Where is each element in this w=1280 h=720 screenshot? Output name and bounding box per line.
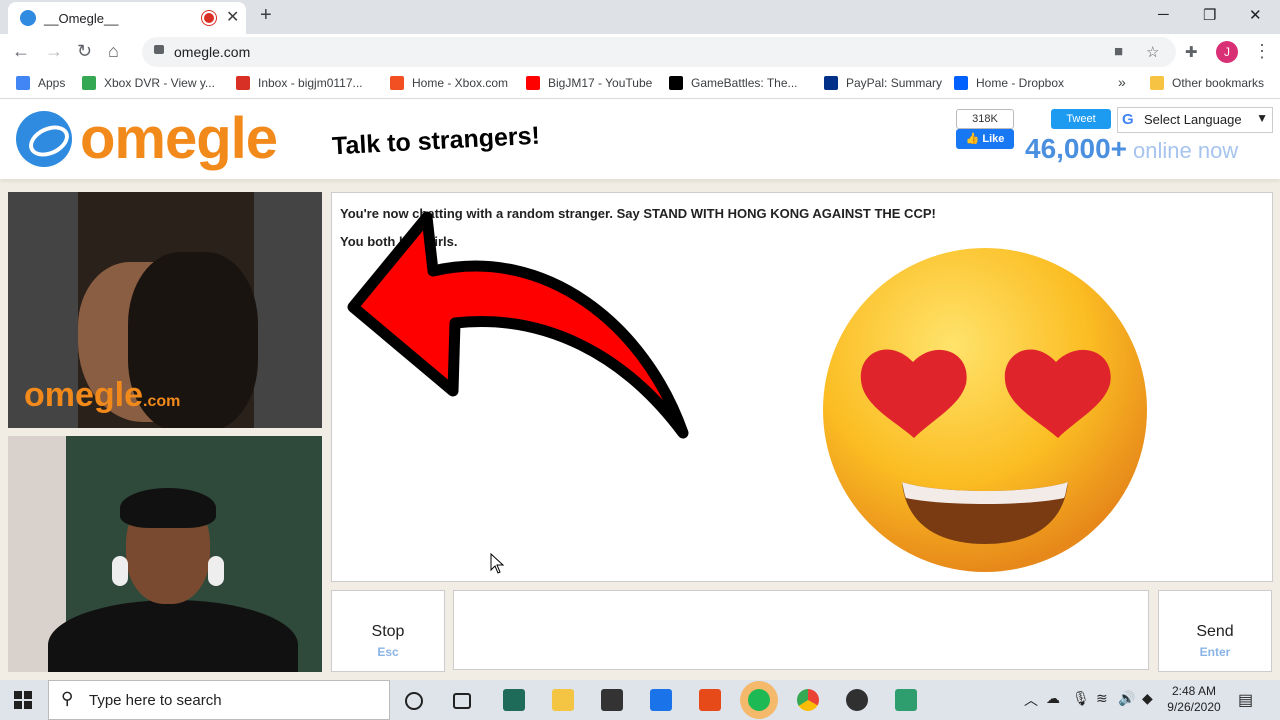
wifi-icon[interactable]: ≋ bbox=[1096, 690, 1108, 707]
menu-kebab-icon[interactable]: ⋮ bbox=[1253, 41, 1271, 62]
taskbar-search-box[interactable]: ⚲ Type here to search bbox=[48, 680, 390, 720]
browser-tab-omegle[interactable]: __Omegle__ ✕ bbox=[8, 2, 246, 34]
send-button[interactable]: Send Enter bbox=[1158, 590, 1272, 672]
bookmarks-bar: Apps Xbox DVR - View y... Inbox - bigjm0… bbox=[0, 70, 1280, 99]
url-text: omegle.com bbox=[174, 44, 251, 60]
office-icon[interactable] bbox=[699, 689, 721, 711]
stop-button[interactable]: Stop Esc bbox=[331, 590, 445, 672]
windows-taskbar: ⚲ Type here to search ︿ ☁ 🎙 ≋ 🔊 ◆ 2:48 A… bbox=[0, 680, 1280, 720]
cortana-icon[interactable] bbox=[405, 692, 423, 710]
forward-arrow-icon[interactable]: → bbox=[45, 41, 63, 62]
dropbox-tray-icon[interactable]: ◆ bbox=[1142, 690, 1153, 707]
bookmark-gamebattles[interactable]: GameBattles: The... bbox=[669, 76, 798, 90]
browser-toolbar: ← → ↻ ⌂ omegle.com ■ ☆ ✚ J ⋮ bbox=[0, 34, 1280, 70]
mouse-cursor-icon bbox=[490, 553, 505, 574]
folder-icon bbox=[1150, 76, 1164, 90]
new-tab-button[interactable]: + bbox=[260, 4, 272, 27]
profile-avatar[interactable]: J bbox=[1216, 41, 1238, 63]
omegle-logo-text[interactable]: omegle bbox=[80, 105, 278, 172]
tweet-button[interactable]: Tweet bbox=[1051, 109, 1111, 129]
xbox-dvr-icon bbox=[82, 76, 96, 90]
microsoft-icon bbox=[390, 76, 404, 90]
back-arrow-icon[interactable]: ← bbox=[12, 41, 30, 62]
windows-start-icon[interactable] bbox=[14, 691, 32, 709]
online-count: 46,000+ bbox=[1025, 133, 1127, 164]
send-shortcut-hint: Enter bbox=[1199, 645, 1231, 659]
taskbar-search-placeholder: Type here to search bbox=[89, 692, 222, 709]
bookmark-dropbox[interactable]: Home - Dropbox bbox=[954, 76, 1064, 90]
stop-button-label: Stop bbox=[371, 623, 405, 640]
bookmark-other-folder[interactable]: Other bookmarks bbox=[1150, 76, 1264, 90]
send-button-label: Send bbox=[1196, 623, 1234, 640]
minimize-button[interactable]: ─ bbox=[1158, 6, 1169, 23]
address-bar[interactable]: omegle.com ■ ☆ bbox=[142, 37, 1176, 67]
browser-tab-strip: __Omegle__ ✕ + ─ ❐ ✕ bbox=[0, 0, 1280, 34]
omegle-header: omegle Talk to strangers! 318K 👍 Like Tw… bbox=[0, 99, 1280, 179]
bookmark-youtube[interactable]: BigJM17 - YouTube bbox=[526, 76, 652, 90]
bookmark-xbox-dvr[interactable]: Xbox DVR - View y... bbox=[82, 76, 215, 90]
extensions-puzzle-icon[interactable]: ✚ bbox=[1185, 43, 1198, 61]
tab-close-icon[interactable]: ✕ bbox=[226, 7, 239, 27]
select-language-label: Select Language bbox=[1144, 112, 1242, 127]
clock-time: 2:48 AM bbox=[1171, 684, 1217, 698]
omegle-logo-icon[interactable] bbox=[16, 111, 72, 167]
obs-icon[interactable] bbox=[846, 689, 868, 711]
filmora-icon[interactable] bbox=[503, 689, 525, 711]
show-hidden-icons-chevron-icon[interactable]: ︿ bbox=[1024, 690, 1038, 710]
chrome-icon[interactable] bbox=[797, 689, 819, 711]
bookmark-paypal[interactable]: PayPal: Summary bbox=[824, 76, 942, 90]
message-input[interactable] bbox=[453, 590, 1149, 670]
red-arrow-overlay-icon bbox=[347, 211, 689, 439]
lock-icon bbox=[154, 45, 164, 54]
google-icon: G bbox=[1122, 111, 1134, 128]
tab-title: __Omegle__ bbox=[44, 11, 119, 26]
mail-icon[interactable] bbox=[650, 689, 672, 711]
bookmark-xbox-home[interactable]: Home - Xbox.com bbox=[390, 76, 508, 90]
clock-date: 9/26/2020 bbox=[1167, 700, 1221, 714]
online-count-banner: 46,000+ online now bbox=[1025, 133, 1238, 165]
bookmark-gmail-inbox[interactable]: Inbox - bigjm0117... bbox=[236, 76, 363, 90]
facebook-like-button[interactable]: 👍 Like bbox=[956, 129, 1014, 149]
notification-center-icon[interactable]: ▤ bbox=[1238, 690, 1253, 710]
bookmarks-overflow-chevron-icon[interactable]: » bbox=[1118, 74, 1126, 90]
bookmark-star-icon[interactable]: ☆ bbox=[1146, 43, 1159, 61]
spotify-icon[interactable] bbox=[748, 689, 770, 711]
gamebattles-icon bbox=[669, 76, 683, 90]
apps-grid-icon bbox=[16, 76, 30, 90]
store-icon[interactable] bbox=[601, 689, 623, 711]
task-view-icon[interactable] bbox=[453, 693, 471, 709]
stop-shortcut-hint: Esc bbox=[377, 645, 399, 659]
recording-indicator-icon bbox=[204, 13, 214, 23]
facebook-like-count: 318K bbox=[956, 109, 1014, 129]
dropdown-caret-icon: ▼ bbox=[1256, 111, 1268, 125]
close-window-button[interactable]: ✕ bbox=[1249, 6, 1262, 24]
youtube-icon bbox=[526, 76, 540, 90]
select-language-dropdown[interactable]: G Select Language ▼ bbox=[1117, 107, 1273, 133]
taskbar-clock[interactable]: 2:48 AM 9/26/2020 bbox=[1166, 683, 1222, 715]
tagline: Talk to strangers! bbox=[331, 121, 541, 161]
headphone-left bbox=[112, 556, 128, 586]
self-video bbox=[8, 436, 322, 672]
gmail-icon bbox=[236, 76, 250, 90]
volume-icon[interactable]: 🔊 bbox=[1118, 690, 1135, 707]
paypal-icon bbox=[824, 76, 838, 90]
reload-icon[interactable]: ↻ bbox=[77, 41, 92, 62]
bookmark-apps[interactable]: Apps bbox=[16, 76, 65, 90]
home-icon[interactable]: ⌂ bbox=[108, 41, 119, 62]
restore-button[interactable]: ❐ bbox=[1203, 6, 1216, 24]
microphone-icon[interactable]: 🎙 bbox=[1072, 690, 1090, 707]
headphone-right bbox=[208, 556, 224, 586]
file-explorer-icon[interactable] bbox=[552, 689, 574, 711]
search-icon: ⚲ bbox=[61, 689, 74, 708]
heart-eyes-emoji-icon bbox=[823, 248, 1147, 572]
stranger-video: omegle.com bbox=[8, 192, 322, 428]
onedrive-cloud-icon[interactable]: ☁ bbox=[1046, 690, 1060, 707]
omegle-video-watermark: omegle.com bbox=[24, 376, 181, 414]
dropbox-icon bbox=[954, 76, 968, 90]
game-app-icon[interactable] bbox=[895, 689, 917, 711]
online-label: online now bbox=[1133, 138, 1239, 163]
camera-in-use-icon[interactable]: ■ bbox=[1114, 43, 1123, 60]
omegle-favicon-icon bbox=[20, 10, 36, 26]
